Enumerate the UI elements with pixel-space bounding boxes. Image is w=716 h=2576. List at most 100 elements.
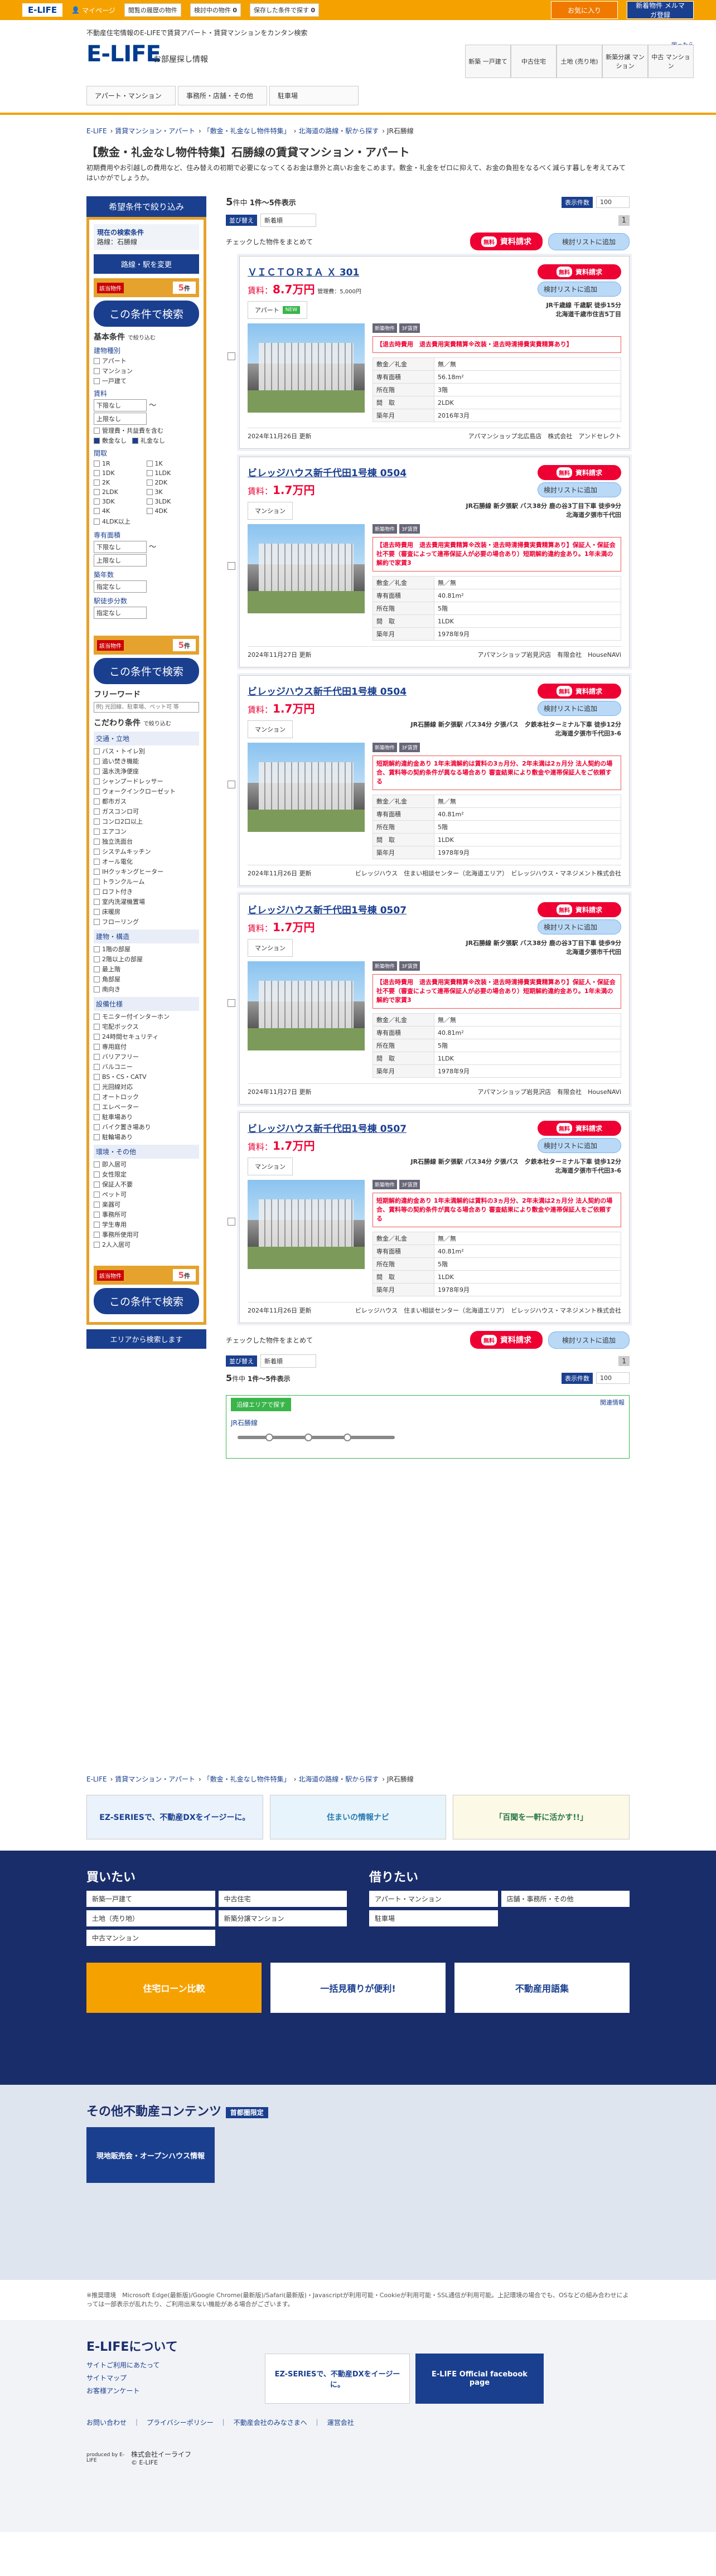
request-button[interactable]: 無料 資料請求 bbox=[538, 465, 621, 480]
favorite-button[interactable]: 検討リストに追加 bbox=[538, 282, 621, 297]
buy-link[interactable]: 土地（売り地） bbox=[86, 1910, 215, 1926]
favorite-cta[interactable]: お気に入り bbox=[551, 1, 618, 19]
sort-select[interactable]: 新着順 bbox=[260, 214, 316, 227]
subnav-office[interactable]: 事務所・店舗・その他 bbox=[178, 86, 267, 105]
promo-estimate[interactable]: 一括見積りが便利! bbox=[270, 1963, 446, 2013]
nav-land[interactable]: 土地 (売り地) bbox=[557, 45, 602, 78]
preference-checkbox[interactable]: 保証人不要 bbox=[94, 1180, 199, 1189]
rent-min-select[interactable]: 下限なし bbox=[94, 399, 147, 411]
category-equipment[interactable]: 設備仕様 bbox=[94, 997, 199, 1011]
preference-checkbox[interactable]: IHクッキングヒーター bbox=[94, 867, 199, 876]
layout-option[interactable]: 3DK bbox=[94, 498, 147, 505]
buy-link[interactable]: 中古マンション bbox=[86, 1930, 215, 1946]
agent-name[interactable]: アパマンショップ岩見沢店 有限会社 HouseNAVi bbox=[477, 1087, 621, 1096]
agent-name[interactable]: ビレッジハウス 住まい相談センター（北海道エリア） ビレッジハウス・マネジメント… bbox=[355, 869, 621, 878]
buy-link[interactable]: 中古住宅 bbox=[218, 1891, 347, 1907]
no-deposit-checkbox[interactable]: 敷金なし 礼金なし bbox=[94, 436, 199, 445]
property-checkbox[interactable] bbox=[228, 1218, 235, 1226]
preference-checkbox[interactable]: 楽器可 bbox=[94, 1200, 199, 1209]
preference-checkbox[interactable]: ロフト付き bbox=[94, 887, 199, 896]
include-fee-checkbox[interactable]: 管理費・共益費を含む bbox=[94, 426, 199, 435]
property-photo[interactable] bbox=[248, 743, 365, 832]
subnav-apartment[interactable]: アパート・マンション bbox=[86, 86, 176, 105]
preference-checkbox[interactable]: コンロ2口以上 bbox=[94, 817, 199, 826]
layout-option[interactable]: 4K bbox=[94, 507, 147, 515]
favorite-button[interactable]: 検討リストに追加 bbox=[538, 482, 621, 497]
nav-used-house[interactable]: 中古住宅 bbox=[511, 45, 557, 78]
freeword-input[interactable] bbox=[94, 702, 199, 713]
change-route-button[interactable]: 路線・駅を変更 bbox=[94, 254, 199, 274]
rent-link[interactable]: 店舗・事務所・その他 bbox=[501, 1891, 630, 1907]
preference-checkbox[interactable]: 温水洗浄便座 bbox=[94, 767, 199, 776]
crumb-feature[interactable]: 「敷金・礼金なし物件特集」 bbox=[204, 127, 291, 135]
type-apartment[interactable]: アパート bbox=[94, 356, 199, 365]
preference-checkbox[interactable]: 都市ガス bbox=[94, 797, 199, 806]
layout-option[interactable]: 3LDK bbox=[146, 498, 200, 505]
preference-checkbox[interactable]: 最上階 bbox=[94, 965, 199, 974]
preference-checkbox[interactable]: 2人入居可 bbox=[94, 1240, 199, 1249]
preference-checkbox[interactable]: 学生専用 bbox=[94, 1220, 199, 1229]
property-photo[interactable] bbox=[248, 961, 365, 1050]
preference-checkbox[interactable]: 24時間セキュリティ bbox=[94, 1032, 199, 1041]
preference-checkbox[interactable]: エアコン bbox=[94, 827, 199, 836]
station-dot[interactable] bbox=[265, 1434, 273, 1441]
favorite-button[interactable]: 検討リストに追加 bbox=[538, 919, 621, 934]
crumb-hokkaido[interactable]: 北海道の路線・駅から探す bbox=[298, 127, 379, 135]
search-button-bottom[interactable]: この条件で検索 bbox=[94, 1288, 199, 1314]
preference-checkbox[interactable]: 事務所使用可 bbox=[94, 1230, 199, 1239]
preference-checkbox[interactable]: オートロック bbox=[94, 1092, 199, 1101]
agent-name[interactable]: ビレッジハウス 住まい相談センター（北海道エリア） ビレッジハウス・マネジメント… bbox=[355, 1306, 621, 1315]
type-house[interactable]: 一戸建て bbox=[94, 376, 199, 385]
bulk-favorite-button-bottom[interactable]: 検討リストに追加 bbox=[548, 1331, 630, 1349]
layout-option[interactable]: 1LDK bbox=[146, 469, 200, 477]
promo-loan[interactable]: 住宅ローン比較 bbox=[86, 1963, 262, 2013]
area-search-button[interactable]: エリアから検索します bbox=[86, 1329, 206, 1349]
preference-checkbox[interactable]: バリアフリー bbox=[94, 1052, 199, 1061]
nav-new-mansion[interactable]: 新築分譲 マンション bbox=[602, 45, 648, 78]
layout-option[interactable]: 1DK bbox=[94, 469, 147, 477]
sort-select-bottom[interactable]: 新着順 bbox=[260, 1354, 316, 1368]
preference-checkbox[interactable]: 独立洗面台 bbox=[94, 837, 199, 846]
preference-checkbox[interactable]: 床暖房 bbox=[94, 907, 199, 916]
station-dot[interactable] bbox=[304, 1434, 312, 1441]
type-mansion[interactable]: マンション bbox=[94, 366, 199, 375]
station-dot[interactable] bbox=[344, 1434, 351, 1441]
line-name[interactable]: JR石勝線 bbox=[231, 1419, 258, 1427]
top-logo[interactable]: E-LIFE bbox=[22, 3, 63, 17]
preference-checkbox[interactable]: バス・トイレ別 bbox=[94, 747, 199, 756]
facebook-banner[interactable]: E-LIFE Official facebook page bbox=[415, 2354, 544, 2404]
layout-option[interactable]: 1K bbox=[146, 460, 200, 467]
walk-select[interactable]: 指定なし bbox=[94, 607, 147, 619]
preference-checkbox[interactable]: バルコニー bbox=[94, 1062, 199, 1071]
preference-checkbox[interactable]: 室内洗濯機置場 bbox=[94, 897, 199, 906]
nav-used-mansion[interactable]: 中古 マンション bbox=[648, 45, 694, 78]
layout-option[interactable]: 2DK bbox=[146, 479, 200, 486]
request-button[interactable]: 無料 資料請求 bbox=[538, 264, 621, 279]
preference-checkbox[interactable]: 駐輪場あり bbox=[94, 1132, 199, 1141]
bulk-request-button-bottom[interactable]: 無料 資料請求 bbox=[470, 1331, 543, 1349]
request-button[interactable]: 無料 資料請求 bbox=[538, 902, 621, 917]
preference-checkbox[interactable]: 駐車場あり bbox=[94, 1112, 199, 1121]
banner-hyakubun[interactable]: 「百聞を一軒に活かす!!」 bbox=[453, 1795, 630, 1839]
preference-checkbox[interactable]: ペット可 bbox=[94, 1190, 199, 1199]
footer-links[interactable]: お問い合わせ ｜ プライバシーポリシー ｜ 不動産会社のみなさまへ ｜ 運営会社 bbox=[86, 2418, 630, 2427]
preference-checkbox[interactable]: モニター付インターホン bbox=[94, 1012, 199, 1021]
preference-checkbox[interactable]: BS・CS・CATV bbox=[94, 1072, 199, 1081]
search-button-mid[interactable]: この条件で検索 bbox=[94, 658, 199, 684]
preference-checkbox[interactable]: 女性限定 bbox=[94, 1170, 199, 1179]
preference-checkbox[interactable]: 即入居可 bbox=[94, 1160, 199, 1169]
favorite-button[interactable]: 検討リストに追加 bbox=[538, 701, 621, 716]
layout-option[interactable]: 4DK bbox=[146, 507, 200, 515]
preference-checkbox[interactable]: 1階の部屋 bbox=[94, 945, 199, 953]
nav-new-house[interactable]: 新築 一戸建て bbox=[465, 45, 511, 78]
preference-checkbox[interactable]: 追い焚き機能 bbox=[94, 757, 199, 766]
property-checkbox[interactable] bbox=[228, 999, 235, 1007]
preference-checkbox[interactable]: ウォークインクローゼット bbox=[94, 787, 199, 796]
favorite-button[interactable]: 検討リストに追加 bbox=[538, 1138, 621, 1153]
layout-option[interactable]: 2LDK bbox=[94, 488, 147, 496]
buy-link[interactable]: 新築分譲マンション bbox=[218, 1910, 347, 1926]
mypage-link[interactable]: 👤 マイページ bbox=[71, 6, 115, 15]
preference-checkbox[interactable]: トランクルーム bbox=[94, 877, 199, 886]
preference-checkbox[interactable]: 角部屋 bbox=[94, 975, 199, 984]
layout-option[interactable]: 2K bbox=[94, 479, 147, 486]
